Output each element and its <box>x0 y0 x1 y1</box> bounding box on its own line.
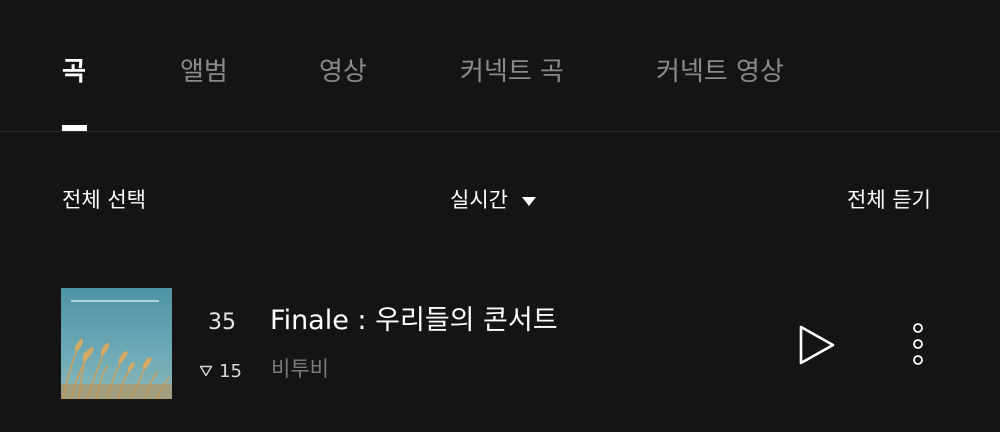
tab-albums[interactable]: 앨범 <box>180 54 228 90</box>
tab-bar: 곡 앨범 영상 커넥트 곡 커넥트 영상 <box>0 0 1000 132</box>
album-cover[interactable] <box>61 288 172 399</box>
play-all-button[interactable]: 전체 듣기 <box>847 185 931 215</box>
more-options-button[interactable] <box>906 320 930 368</box>
active-tab-indicator <box>62 125 87 131</box>
select-all-button[interactable]: 전체 선택 <box>62 185 146 215</box>
tab-connect-videos[interactable]: 커넥트 영상 <box>656 54 784 90</box>
rank-change-value: 15 <box>219 360 242 382</box>
sort-label: 실시간 <box>450 188 508 212</box>
sort-dropdown[interactable]: 실시간 <box>450 185 536 215</box>
tab-songs[interactable]: 곡 <box>62 54 86 90</box>
chart-rank: 35 <box>208 310 236 335</box>
caret-down-icon <box>521 196 536 206</box>
play-button[interactable] <box>796 323 838 367</box>
artist-name[interactable]: 비투비 <box>271 354 329 384</box>
rank-change: 15 <box>196 359 242 383</box>
tab-connect-songs[interactable]: 커넥트 곡 <box>460 54 564 90</box>
tab-videos[interactable]: 영상 <box>319 54 367 90</box>
song-title[interactable]: Finale : 우리들의 콘서트 <box>270 302 558 340</box>
song-list-item[interactable]: 35 15 Finale : 우리들의 콘서트 비투비 <box>0 280 1000 410</box>
more-vertical-dots-icon <box>913 323 923 365</box>
play-outline-icon <box>799 325 835 365</box>
triangle-down-outline-icon <box>199 365 213 377</box>
